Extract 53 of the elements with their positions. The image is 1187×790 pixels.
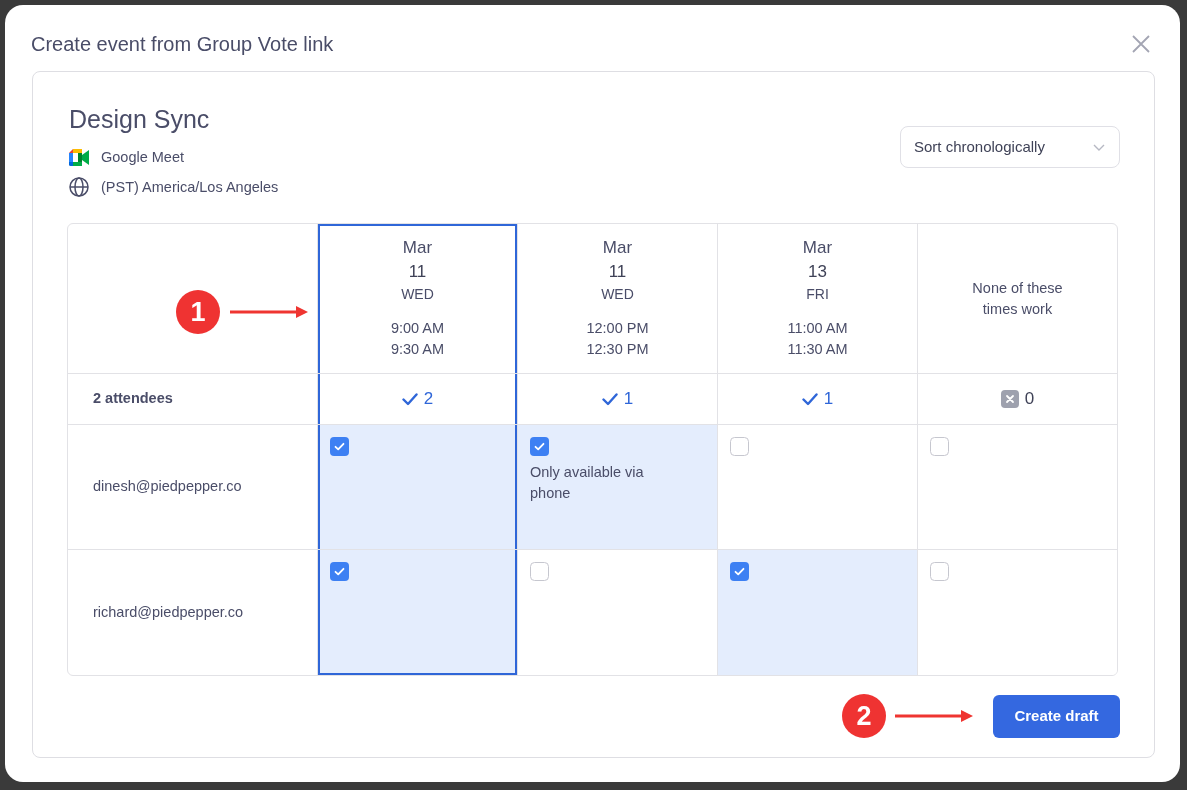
event-title: Design Sync	[69, 104, 211, 135]
x-box-icon	[1000, 390, 1019, 408]
checkbox[interactable]	[530, 437, 549, 456]
vote-count: 2	[423, 388, 434, 411]
checkbox[interactable]	[330, 437, 349, 456]
checkbox[interactable]	[730, 437, 749, 456]
weekday-label: FRI	[806, 285, 829, 304]
dialog-title: Create event from Group Vote link	[31, 32, 334, 57]
timezone-label: (PST) America/Los Angeles	[101, 178, 279, 197]
checkbox[interactable]	[930, 437, 949, 456]
option-label: None of these times work	[971, 278, 1064, 319]
time-label: 11:00 AM	[787, 319, 848, 338]
conferencing-label: Google Meet	[101, 148, 185, 167]
checkbox[interactable]	[930, 562, 949, 581]
checkbox[interactable]	[330, 562, 349, 581]
step-marker: 1	[176, 290, 220, 334]
sort-dropdown-value: Sort chronologically	[914, 136, 1045, 157]
vote-count: 0	[1024, 388, 1035, 411]
create-draft-button[interactable]: Create draft	[993, 694, 1120, 738]
availability-note: Only available via phone	[530, 463, 645, 503]
video-camera-icon	[69, 148, 89, 166]
column-header[interactable]: Mar 11 WED 9:00 AM 9:30 AM	[318, 224, 518, 374]
chevron-down-icon	[1093, 143, 1105, 151]
checkbox[interactable]	[530, 562, 549, 581]
time-label: 11:30 AM	[787, 340, 848, 359]
globe-icon	[69, 177, 89, 197]
column-header[interactable]: Mar 13 FRI 11:00 AM 11:30 AM	[718, 224, 918, 374]
attendee-email: dinesh@piedpepper.co	[93, 477, 242, 497]
time-label: 12:00 PM	[586, 319, 649, 338]
step-marker: 2	[842, 694, 886, 738]
attendee-count: 2 attendees	[93, 389, 173, 409]
vote-count: 1	[823, 388, 834, 411]
column-header[interactable]: Mar 11 WED 12:00 PM 12:30 PM	[518, 224, 718, 374]
month-label: Mar	[402, 237, 433, 259]
attendee-email: richard@piedpepper.co	[93, 602, 244, 622]
month-label: Mar	[802, 237, 833, 259]
column-header[interactable]: None of these times work	[918, 224, 1117, 374]
sort-dropdown[interactable]: Sort chronologically	[900, 126, 1120, 168]
day-label: 11	[608, 261, 627, 283]
vote-count: 1	[623, 388, 634, 411]
close-icon[interactable]	[1132, 35, 1150, 53]
time-label: 9:00 AM	[390, 319, 445, 338]
checkbox[interactable]	[730, 562, 749, 581]
day-label: 13	[808, 261, 827, 283]
time-label: 12:30 PM	[586, 340, 649, 359]
time-label: 9:30 AM	[390, 340, 445, 359]
check-icon	[801, 392, 818, 406]
month-label: Mar	[602, 237, 633, 259]
weekday-label: WED	[401, 285, 434, 304]
check-icon	[601, 392, 618, 406]
day-label: 11	[408, 261, 427, 283]
check-icon	[401, 392, 418, 406]
weekday-label: WED	[601, 285, 634, 304]
